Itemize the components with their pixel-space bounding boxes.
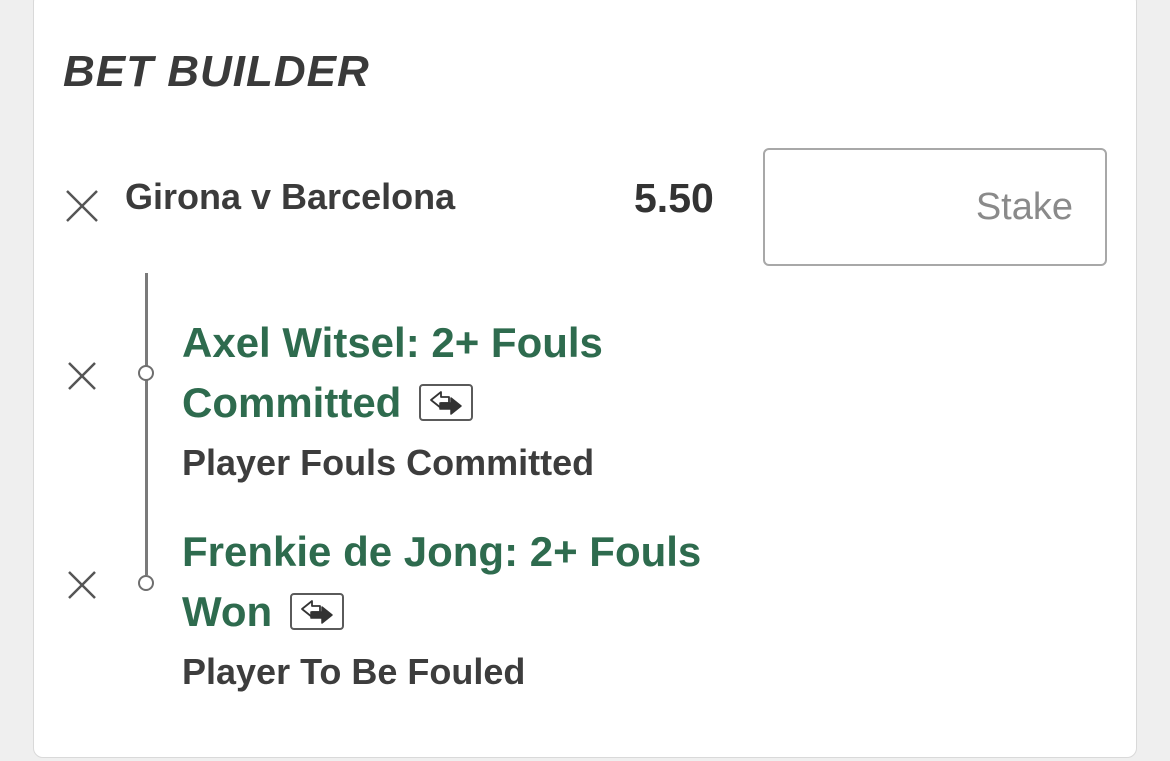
selection-title-line1: Frenkie de Jong: 2+ Fouls xyxy=(182,528,702,575)
close-icon xyxy=(68,571,96,599)
bet-builder-card: BET BUILDER Girona v Barcelona 5.50 Axel… xyxy=(33,0,1137,758)
selection-title: Axel Witsel: 2+ Fouls Committed xyxy=(182,313,782,433)
remove-selection-button[interactable] xyxy=(67,361,97,391)
stake-input[interactable] xyxy=(763,148,1107,266)
match-name: Girona v Barcelona xyxy=(125,176,456,217)
selection-title: Frenkie de Jong: 2+ Fouls Won xyxy=(182,522,782,642)
swap-arrows-icon xyxy=(430,391,463,416)
timeline-node xyxy=(138,365,154,381)
swap-arrows-icon xyxy=(301,600,333,625)
panel-title: BET BUILDER xyxy=(63,47,370,96)
selection-market: Player To Be Fouled xyxy=(182,651,526,692)
selection-market: Player Fouls Committed xyxy=(182,442,595,483)
swap-button[interactable] xyxy=(419,384,474,422)
remove-selection-button[interactable] xyxy=(67,570,97,600)
timeline-node xyxy=(138,575,154,591)
swap-button[interactable] xyxy=(290,593,345,631)
odds-value: 5.50 xyxy=(634,175,714,221)
selection-title-line1: Axel Witsel: 2+ Fouls xyxy=(182,319,603,366)
close-icon xyxy=(66,190,98,222)
close-icon xyxy=(68,362,96,390)
selection-title-line2: Won xyxy=(182,588,273,635)
timeline-line xyxy=(145,273,148,575)
selection-title-line2: Committed xyxy=(182,379,402,426)
remove-match-button[interactable] xyxy=(65,189,99,223)
